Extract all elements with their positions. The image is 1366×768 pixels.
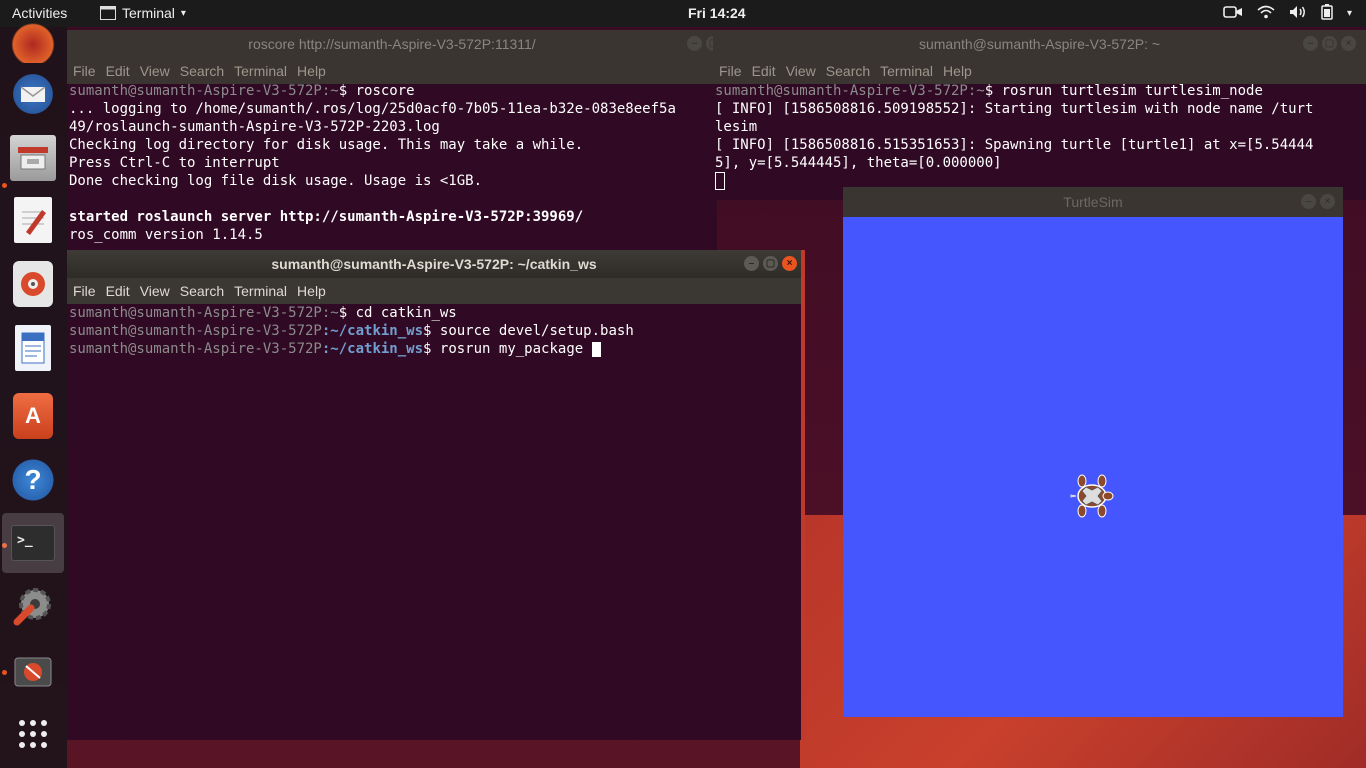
menu-bar: File Edit View Search Terminal Help xyxy=(713,58,1366,84)
settings-icon[interactable] xyxy=(10,583,56,629)
disk-usage-icon[interactable] xyxy=(10,649,56,695)
help-icon[interactable]: ? xyxy=(10,457,56,503)
menu-edit[interactable]: Edit xyxy=(101,278,135,304)
terminal-cursor xyxy=(715,172,725,190)
window-titlebar[interactable]: sumanth@sumanth-Aspire-V3-572P: ~/catkin… xyxy=(67,250,801,278)
prompt-line: sumanth@sumanth-Aspire-V3-572P:~$ rosrun… xyxy=(715,83,1263,99)
output-line: 5], y=[5.544445], theta=[0.000000] xyxy=(715,155,1002,171)
output-line: ros_comm version 1.14.5 xyxy=(69,227,263,243)
menu-bar: File Edit View Search Terminal Help xyxy=(67,278,801,304)
output-line: ... logging to /home/sumanth/.ros/log/25… xyxy=(69,101,676,117)
terminal-cursor xyxy=(591,341,601,357)
camera-icon xyxy=(1223,5,1243,22)
minimize-button[interactable]: – xyxy=(687,36,702,51)
window-titlebar[interactable]: TurtleSim – × xyxy=(843,187,1343,217)
menu-search[interactable]: Search xyxy=(175,278,229,304)
files-icon[interactable] xyxy=(10,135,56,181)
prompt-line: sumanth@sumanth-Aspire-V3-572P:~$ roscor… xyxy=(69,83,415,99)
menu-help[interactable]: Help xyxy=(938,58,977,84)
battery-icon xyxy=(1321,4,1333,23)
terminal-output[interactable]: sumanth@sumanth-Aspire-V3-572P:~$ roscor… xyxy=(67,82,717,244)
turtlesim-window[interactable]: TurtleSim – × xyxy=(843,187,1343,717)
libreoffice-writer-icon[interactable] xyxy=(15,325,51,371)
minimize-button[interactable]: – xyxy=(1303,36,1318,51)
rhythmbox-icon[interactable] xyxy=(13,261,53,307)
text-editor-icon[interactable] xyxy=(14,197,52,243)
output-line: Press Ctrl-C to interrupt xyxy=(69,155,280,171)
wifi-icon xyxy=(1257,5,1275,22)
output-line: lesim xyxy=(715,119,758,135)
menu-edit[interactable]: Edit xyxy=(747,58,781,84)
chevron-down-icon: ▾ xyxy=(1346,8,1352,19)
volume-icon xyxy=(1289,5,1307,22)
minimize-button[interactable]: – xyxy=(1301,194,1316,209)
output-line: Checking log directory for disk usage. T… xyxy=(69,137,584,153)
window-title: TurtleSim xyxy=(1063,194,1123,210)
window-title: sumanth@sumanth-Aspire-V3-572P: ~/catkin… xyxy=(271,256,597,272)
output-line: [ INFO] [1586508816.509198552]: Starting… xyxy=(715,101,1314,117)
menu-help[interactable]: Help xyxy=(292,58,331,84)
menu-file[interactable]: File xyxy=(67,278,101,304)
menu-help[interactable]: Help xyxy=(292,278,331,304)
maximize-button[interactable]: ▢ xyxy=(1322,36,1337,51)
turtlesim-canvas[interactable] xyxy=(843,217,1343,717)
menu-terminal[interactable]: Terminal xyxy=(229,278,292,304)
window-titlebar[interactable]: sumanth@sumanth-Aspire-V3-572P: ~ – ▢ × xyxy=(713,30,1366,58)
running-indicator xyxy=(2,183,7,188)
prompt-line: sumanth@sumanth-Aspire-V3-572P:~/catkin_… xyxy=(69,323,634,339)
menu-terminal[interactable]: Terminal xyxy=(229,58,292,84)
prompt-line: sumanth@sumanth-Aspire-V3-572P:~$ cd cat… xyxy=(69,305,457,321)
window-title: sumanth@sumanth-Aspire-V3-572P: ~ xyxy=(918,36,1161,52)
close-button[interactable]: × xyxy=(1341,36,1356,51)
turtle-icon xyxy=(1070,474,1114,518)
menu-view[interactable]: View xyxy=(781,58,821,84)
terminal-output[interactable]: sumanth@sumanth-Aspire-V3-572P:~$ rosrun… xyxy=(713,82,1366,190)
minimize-button[interactable]: – xyxy=(744,256,759,271)
terminal-window-turtlesim[interactable]: sumanth@sumanth-Aspire-V3-572P: ~ – ▢ × … xyxy=(713,30,1366,200)
terminal-app-icon xyxy=(100,6,116,20)
system-tray[interactable]: ▾ xyxy=(1223,4,1352,23)
firefox-icon[interactable] xyxy=(10,17,56,63)
menu-terminal[interactable]: Terminal xyxy=(875,58,938,84)
thunderbird-icon[interactable] xyxy=(10,71,56,117)
terminal-icon[interactable]: >_ xyxy=(2,513,64,573)
clock[interactable]: Fri 14:24 xyxy=(688,5,746,21)
window-titlebar[interactable]: roscore http://sumanth-Aspire-V3-572P:11… xyxy=(67,30,717,58)
output-line: [ INFO] [1586508816.515351653]: Spawning… xyxy=(715,137,1314,153)
menu-search[interactable]: Search xyxy=(175,58,229,84)
menu-edit[interactable]: Edit xyxy=(101,58,135,84)
menu-bar: File Edit View Search Terminal Help xyxy=(67,58,717,84)
output-line: started roslaunch server http://sumanth-… xyxy=(69,209,584,225)
menu-search[interactable]: Search xyxy=(821,58,875,84)
output-line: Done checking log file disk usage. Usage… xyxy=(69,173,483,189)
chevron-down-icon: ▾ xyxy=(180,7,186,19)
close-button[interactable]: × xyxy=(1320,194,1335,209)
menu-file[interactable]: File xyxy=(67,58,101,84)
running-indicator xyxy=(2,670,7,675)
output-line: 49/roslaunch-sumanth-Aspire-V3-572P-2203… xyxy=(69,119,440,135)
terminal-output[interactable]: sumanth@sumanth-Aspire-V3-572P:~$ cd cat… xyxy=(67,304,801,358)
terminal-window-catkin[interactable]: sumanth@sumanth-Aspire-V3-572P: ~/catkin… xyxy=(67,250,805,740)
window-title: roscore http://sumanth-Aspire-V3-572P:11… xyxy=(248,36,536,52)
app-name: Terminal xyxy=(122,5,175,21)
software-center-icon[interactable]: A xyxy=(13,393,53,439)
maximize-button[interactable]: ▢ xyxy=(763,256,778,271)
prompt-line: sumanth@sumanth-Aspire-V3-572P:~/catkin_… xyxy=(69,340,801,358)
app-menu[interactable]: Terminal ▾ xyxy=(100,5,186,21)
dock: A ? >_ xyxy=(0,17,67,768)
terminal-window-roscore[interactable]: roscore http://sumanth-Aspire-V3-572P:11… xyxy=(67,30,717,260)
menu-file[interactable]: File xyxy=(713,58,747,84)
top-bar: Activities Terminal ▾ Fri 14:24 ▾ xyxy=(0,0,1366,27)
show-applications-icon[interactable] xyxy=(10,711,56,757)
close-button[interactable]: × xyxy=(782,256,797,271)
menu-view[interactable]: View xyxy=(135,58,175,84)
menu-view[interactable]: View xyxy=(135,278,175,304)
